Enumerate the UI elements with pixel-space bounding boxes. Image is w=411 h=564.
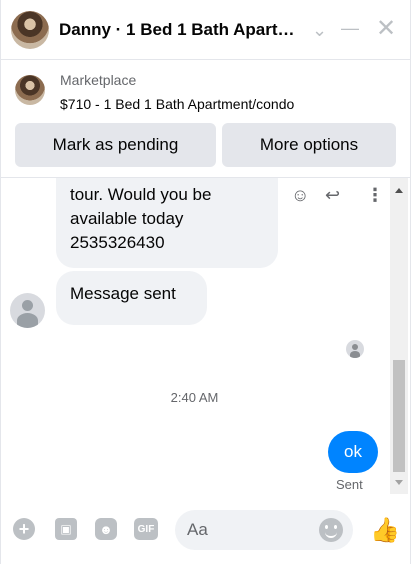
seen-indicator-avatar <box>346 340 364 358</box>
listing-thumbnail <box>15 75 45 105</box>
more-icon[interactable]: ⋮ <box>366 185 384 206</box>
mark-as-pending-button[interactable]: Mark as pending <box>15 123 216 167</box>
sender-avatar[interactable] <box>10 293 45 328</box>
plus-icon[interactable]: + <box>13 518 35 540</box>
chevron-down-icon[interactable]: ⌄ <box>312 20 327 41</box>
react-icon[interactable]: ☺ <box>291 185 309 206</box>
minimize-icon[interactable]: — <box>341 18 359 39</box>
more-options-button[interactable]: More options <box>222 123 396 167</box>
incoming-message: tour. Would you be available today 25353… <box>56 178 278 268</box>
like-icon[interactable]: 👍 <box>370 516 400 545</box>
reply-icon[interactable]: ↩ <box>325 185 340 206</box>
message-input-container <box>175 510 353 550</box>
sent-status: Sent <box>336 477 363 492</box>
message-timestamp: 2:40 AM <box>170 390 219 405</box>
scroll-thumb[interactable] <box>393 360 405 472</box>
chat-header: Danny · 1 Bed 1 Bath Apart… ⌄ — ✕ <box>1 0 411 60</box>
messenger-chat-window: Danny · 1 Bed 1 Bath Apart… ⌄ — ✕ Market… <box>0 0 411 564</box>
contact-avatar[interactable] <box>11 10 49 49</box>
message-list: tour. Would you be available today 25353… <box>1 178 411 494</box>
sticker-icon[interactable]: ☻ <box>95 518 117 540</box>
message-input[interactable] <box>187 518 317 542</box>
emoji-icon[interactable] <box>319 518 343 542</box>
scroll-up-arrow-icon[interactable] <box>395 188 403 193</box>
gif-icon[interactable]: GIF <box>134 518 158 540</box>
photo-icon[interactable]: ▣ <box>55 518 77 540</box>
marketplace-label: Marketplace <box>60 72 137 88</box>
message-composer: + ▣ ☻ GIF 👍 <box>1 496 411 564</box>
scrollbar[interactable] <box>390 178 408 494</box>
chat-title[interactable]: Danny · 1 Bed 1 Bath Apart… <box>59 20 299 40</box>
message-actions: ☺ ↩ ⋮ <box>291 185 384 209</box>
scroll-down-arrow-icon[interactable] <box>395 480 403 485</box>
marketplace-panel: Marketplace $710 - 1 Bed 1 Bath Apartmen… <box>1 60 411 178</box>
close-icon[interactable]: ✕ <box>376 14 396 43</box>
listing-title[interactable]: $710 - 1 Bed 1 Bath Apartment/condo <box>60 96 294 112</box>
incoming-message: Message sent <box>56 271 207 325</box>
outgoing-message: ok <box>328 431 378 473</box>
